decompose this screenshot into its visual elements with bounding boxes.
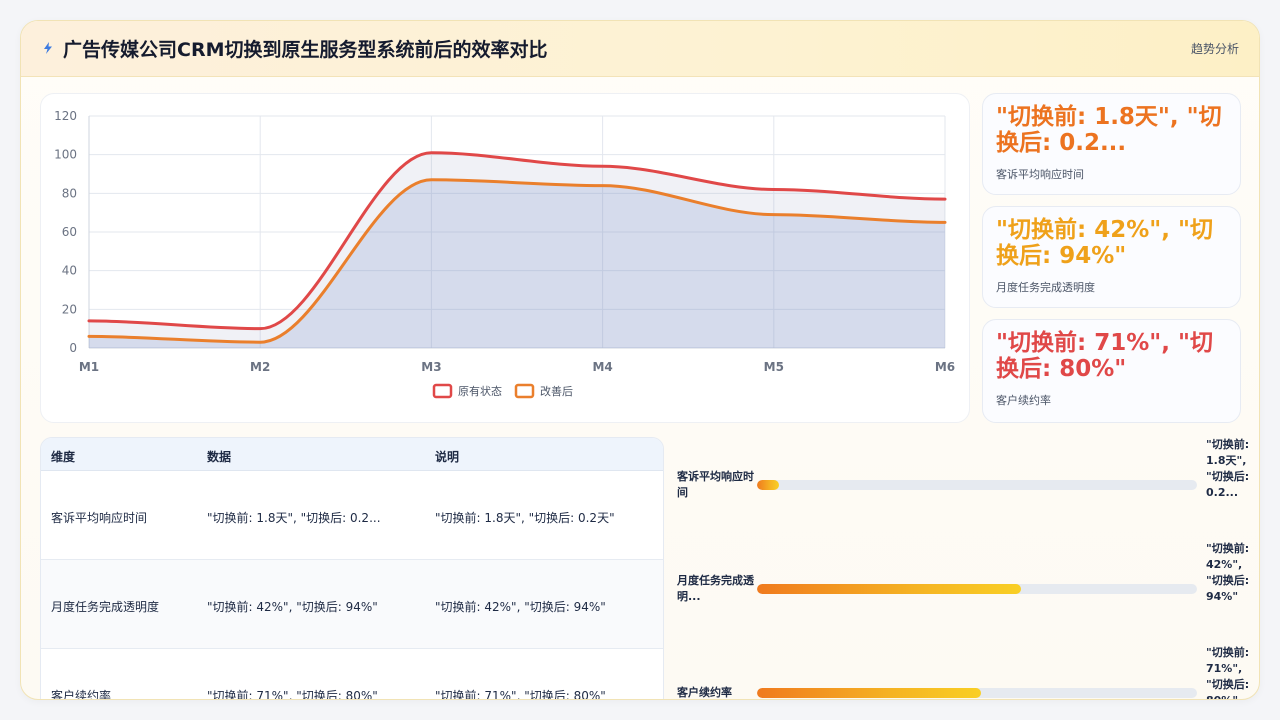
cell-note: "切换前: 71%", "切换后: 80%"	[435, 689, 606, 700]
progress-bar-list: 客诉平均响应时间 "切换前: 1.8天", "切换后: 0.2... 月度任务完…	[671, 437, 1259, 699]
progress-fill	[757, 480, 779, 490]
dashboard-card: 广告传媒公司CRM切换到原生服务型系统前后的效率对比 趋势分析 0 20 40 60 8…	[20, 20, 1260, 700]
page-title: 广告传媒公司CRM切换到原生服务型系统前后的效率对比	[63, 39, 548, 61]
progress-fill	[757, 584, 1021, 594]
y-tick-label: 60	[62, 225, 77, 239]
cell-data: "切换前: 71%", "切换后: 80%"	[207, 689, 378, 700]
line-chart-panel: 0 20 40 60 80 100 120 M1 M2 M3 M4 M5 M6 原有状态 改善后	[40, 93, 970, 423]
legend-swatch	[432, 383, 453, 399]
bar-value: "切换前: 42%", "切换后: 94%"	[1206, 542, 1250, 603]
kpi-card-renewal-rate: "切换前: 71%", "切换后: 80%" 客户续约率	[982, 319, 1241, 423]
x-tick-label: M6	[935, 360, 955, 374]
progress-fill	[757, 688, 982, 698]
kpi-label: 客户续约率	[996, 394, 1051, 407]
kpi-label: 月度任务完成透明度	[996, 281, 1095, 294]
progress-track	[757, 584, 1197, 594]
y-tick-label: 40	[62, 264, 77, 278]
table-row: 客诉平均响应时间 "切换前: 1.8天", "切换后: 0.2... "切换前:…	[41, 471, 663, 560]
progress-track	[757, 480, 1197, 490]
cell-data: "切换前: 42%", "切换后: 94%"	[207, 600, 378, 614]
kpi-card-task-transparency: "切换前: 42%", "切换后: 94%" 月度任务完成透明度	[982, 206, 1241, 308]
y-tick-label: 80	[62, 186, 77, 200]
cell-dimension: 客诉平均响应时间	[51, 511, 148, 525]
bar-label: 月度任务完成透明...	[677, 574, 754, 603]
line-chart: 0 20 40 60 80 100 120 M1 M2 M3 M4 M5 M6 原有状态 改善后	[54, 109, 955, 399]
bar-value: "切换前: 1.8天", "切换后: 0.2...	[1206, 438, 1250, 499]
x-tick-label: M5	[764, 360, 784, 374]
legend-swatch	[514, 383, 535, 399]
trend-analysis-button[interactable]: 趋势分析	[1191, 40, 1239, 57]
kpi-value: "切换前: 71%", "切换后: 80%"	[996, 330, 1213, 382]
legend-label: 改善后	[540, 384, 573, 398]
cell-dimension: 月度任务完成透明度	[51, 600, 160, 614]
lightning-icon	[44, 42, 52, 54]
y-tick-label: 120	[54, 109, 77, 123]
x-tick-label: M4	[592, 360, 612, 374]
table-header: 维度 数据 说明	[41, 438, 663, 471]
progress-track	[757, 688, 1197, 698]
comparison-table: 维度 数据 说明 客诉平均响应时间 "切换前: 1.8天", "切换后: 0.2…	[40, 437, 664, 700]
cell-note: "切换前: 1.8天", "切换后: 0.2天"	[435, 511, 615, 525]
cell-data: "切换前: 1.8天", "切换后: 0.2...	[207, 511, 381, 525]
header-bar: 广告传媒公司CRM切换到原生服务型系统前后的效率对比 趋势分析	[21, 21, 1259, 77]
column-header-dimension: 维度	[51, 450, 76, 464]
kpi-value: "切换前: 1.8天", "切换后: 0.2...	[996, 104, 1222, 156]
bar-value: "切换前: 71%", "切换后: 80%"	[1206, 646, 1250, 699]
kpi-card-response-time: "切换前: 1.8天", "切换后: 0.2... 客诉平均响应时间	[982, 93, 1241, 195]
y-tick-label: 0	[69, 341, 77, 355]
x-tick-label: M1	[79, 360, 99, 374]
bar-label: 客户续约率	[677, 686, 732, 699]
table-row: 月度任务完成透明度 "切换前: 42%", "切换后: 94%" "切换前: 4…	[41, 560, 663, 649]
kpi-label: 客诉平均响应时间	[996, 168, 1084, 181]
kpi-value: "切换前: 42%", "切换后: 94%"	[996, 217, 1213, 269]
column-header-data: 数据	[207, 450, 232, 464]
bar-label: 客诉平均响应时间	[677, 470, 754, 499]
cell-note: "切换前: 42%", "切换后: 94%"	[435, 600, 606, 614]
x-tick-label: M2	[250, 360, 270, 374]
column-header-note: 说明	[435, 450, 460, 464]
x-tick-label: M3	[421, 360, 441, 374]
y-tick-label: 20	[62, 302, 77, 316]
table-row: 客户续约率 "切换前: 71%", "切换后: 80%" "切换前: 71%",…	[41, 649, 663, 700]
cell-dimension: 客户续约率	[51, 689, 112, 700]
legend-label: 原有状态	[458, 384, 502, 398]
y-tick-label: 100	[54, 148, 77, 162]
